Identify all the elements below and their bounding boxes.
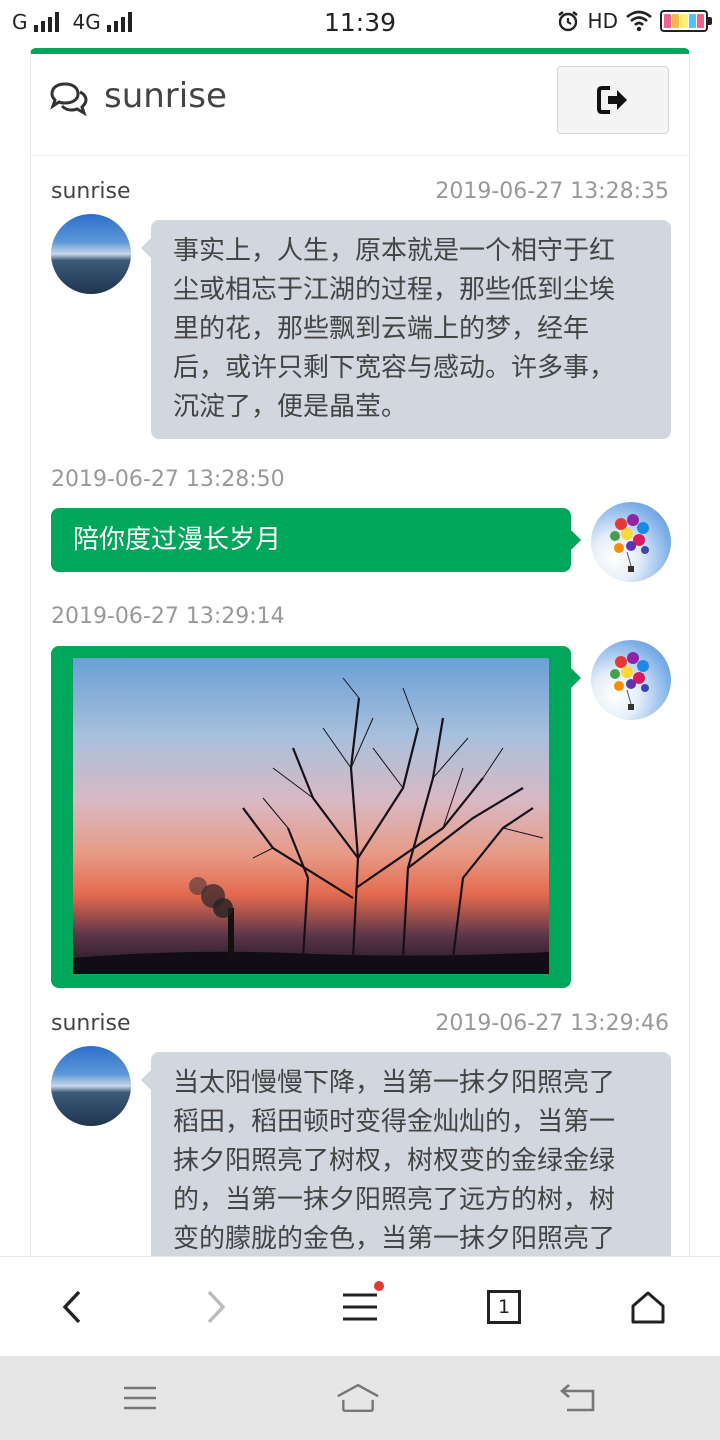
system-back-button[interactable] (556, 1378, 600, 1418)
message-line: 的，当第一抹夕阳照亮了远方的树，树 (173, 1185, 616, 1215)
home-outline-icon (337, 1383, 379, 1413)
message-sender: sunrise (51, 1011, 131, 1036)
balloons-icon (610, 514, 649, 572)
message-timestamp: 2019-06-27 13:29:46 (435, 1011, 669, 1036)
message-bubble: 事实上，人生，原本就是一个相守于红 尘或相忘于江湖的过程，那些低到尘埃 里的花，… (141, 220, 671, 439)
sender-avatar[interactable] (51, 214, 131, 294)
forward-button[interactable] (190, 1281, 242, 1333)
sender-avatar[interactable] (51, 1046, 131, 1126)
logout-button[interactable] (557, 66, 669, 134)
message-line: 事实上，人生，原本就是一个相守于红 (173, 236, 616, 266)
balloons-icon (610, 652, 649, 710)
message-text: 陪你度过漫长岁月 (73, 525, 282, 555)
back-button[interactable] (46, 1281, 98, 1333)
hd-label: HD (587, 9, 618, 33)
self-avatar[interactable] (591, 502, 671, 582)
alarm-icon (557, 11, 578, 32)
message-bubble: 当太阳慢慢下降，当第一抹夕阳照亮了 稻田，稻田顿时变得金灿灿的，当第一 抹夕阳照… (141, 1052, 671, 1259)
chat-title: sunrise (104, 76, 227, 116)
tabs-count: 1 (487, 1290, 521, 1324)
return-icon (560, 1384, 595, 1412)
tree-silhouette (73, 677, 549, 974)
message-line: 变的朦胧的金色，当第一抹夕阳照亮了 (173, 1224, 616, 1254)
message-bubble-self: 陪你度过漫长岁月 (51, 508, 581, 572)
tabs-button[interactable]: 1 (478, 1281, 530, 1333)
sign-out-icon (597, 86, 627, 114)
menu-lines-icon (124, 1386, 156, 1410)
browser-toolbar: 1 (0, 1256, 720, 1356)
message-line: 当太阳慢慢下降，当第一抹夕阳照亮了 (173, 1068, 616, 1098)
message-line: 里的花，那些飘到云端上的梦，经年 (173, 314, 590, 344)
message-timestamp: 2019-06-27 13:29:14 (51, 604, 285, 629)
message-bubble-self (51, 646, 581, 988)
message-line: 抹夕阳照亮了树杈，树杈变的金绿金绿 (173, 1146, 616, 1176)
status-bar: G 4G 11:39 HD (0, 0, 720, 48)
message-line: 后，或许只剩下宽容与感动。许多事， (173, 353, 616, 383)
message-line: 尘或相忘于江湖的过程，那些低到尘埃 (173, 275, 616, 305)
notification-dot (374, 1281, 384, 1291)
message-sender: sunrise (51, 179, 131, 204)
battery-icon (660, 10, 712, 32)
menu-icon (343, 1293, 377, 1321)
message-timestamp: 2019-06-27 13:28:35 (435, 179, 669, 204)
comments-icon (50, 82, 88, 116)
status-icons: HD (556, 9, 712, 33)
menu-button[interactable] (334, 1281, 386, 1333)
chat-header: sunrise (31, 54, 689, 156)
message-line: 稻田，稻田顿时变得金灿灿的，当第一 (173, 1107, 616, 1137)
system-nav-bar (0, 1356, 720, 1440)
sunset-trees-photo[interactable] (73, 658, 549, 974)
self-avatar[interactable] (591, 640, 671, 720)
home-icon (631, 1291, 665, 1324)
system-home-button[interactable] (336, 1378, 380, 1418)
recent-apps-button[interactable] (118, 1378, 162, 1418)
home-button[interactable] (622, 1281, 674, 1333)
message-timestamp: 2019-06-27 13:28:50 (51, 467, 285, 492)
message-line: 沉淀了，便是晶莹。 (173, 392, 408, 422)
chat-panel: sunrise sunrise 2019-06-27 13:28:35 事实上，… (30, 48, 690, 1260)
chevron-left-icon (62, 1290, 81, 1324)
wifi-icon (626, 10, 652, 32)
chevron-right-icon (207, 1290, 226, 1324)
